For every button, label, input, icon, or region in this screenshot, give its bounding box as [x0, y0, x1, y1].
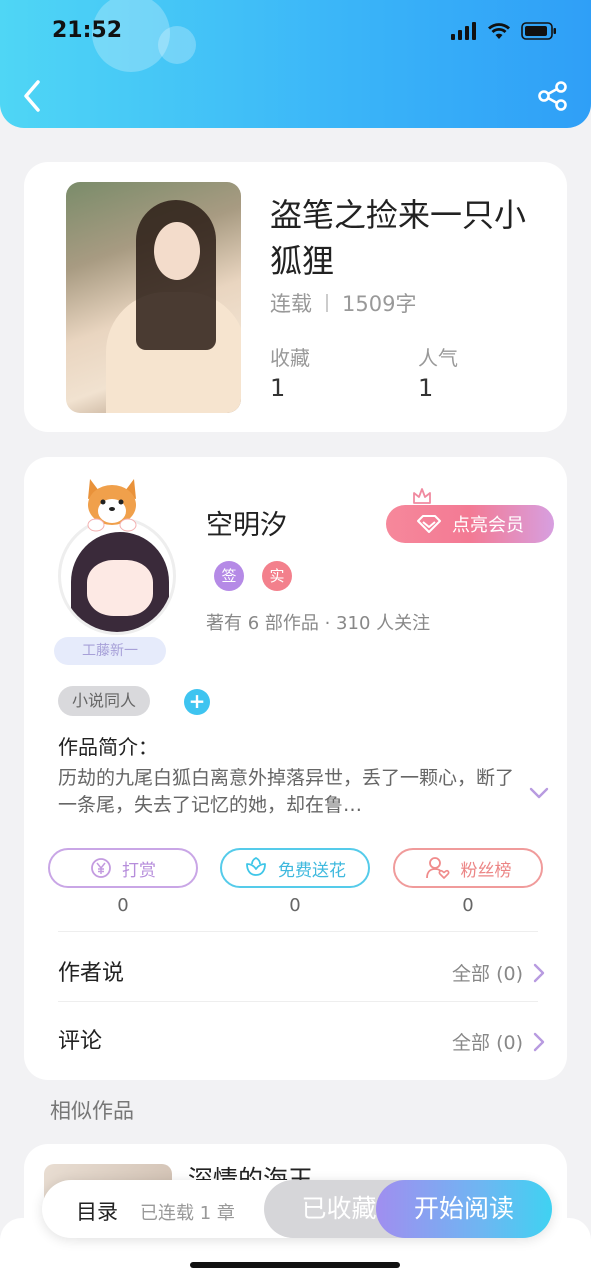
favorites-label: 收藏 [270, 346, 310, 370]
favorites-value: 1 [270, 374, 286, 402]
activate-vip-button[interactable]: 点亮会员 [386, 505, 554, 543]
send-flower-button[interactable]: 免费送花 [220, 848, 370, 888]
comments-all[interactable]: 全部 (0) [452, 1028, 545, 1055]
author-stats: 著有 6 部作品 · 310 人关注 [206, 613, 431, 634]
author-says-label[interactable]: 作者说 [58, 955, 124, 987]
popularity-label: 人气 [418, 346, 458, 370]
chevron-right-icon [533, 963, 545, 982]
flower-count: 0 [289, 895, 301, 916]
fan-ranking-label: 粉丝榜 [460, 860, 512, 881]
corgi-pendant-icon [87, 479, 137, 532]
back-arrow-icon[interactable] [18, 76, 48, 116]
status-time: 21:52 [52, 18, 123, 43]
fan-icon [425, 857, 449, 879]
battery-icon [521, 22, 556, 40]
word-count: 1509字 [342, 292, 417, 316]
flower-icon [246, 857, 266, 876]
popularity-value: 1 [418, 374, 434, 402]
add-tag-button[interactable]: + [184, 689, 210, 715]
intro-text: 历劫的九尾白狐白离意外掉落异世，丢了一颗心，断了一条尾，失去了记忆的她，却在鲁… [58, 767, 515, 816]
wifi-icon [488, 23, 510, 39]
vip-button-label: 点亮会员 [452, 515, 524, 536]
verified-tag: 实 [262, 561, 292, 591]
tip-button[interactable]: 打赏 [48, 848, 198, 888]
fan-ranking-button[interactable]: 粉丝榜 [393, 848, 543, 888]
intro-label: 作品简介： [58, 735, 158, 759]
start-reading-button[interactable]: 开始阅读 [376, 1180, 552, 1238]
yen-icon [91, 858, 111, 878]
top-header: 21:52 [0, 0, 591, 128]
home-indicator [190, 1262, 400, 1268]
avatar-badge-name: 工藤新一 [54, 637, 166, 665]
similar-works-heading: 相似作品 [50, 1099, 134, 1123]
author-name[interactable]: 空明汐 [206, 503, 287, 542]
signed-tag: 签 [214, 561, 244, 591]
meta-divider [326, 294, 328, 312]
tip-label: 打赏 [122, 860, 156, 881]
expand-chevron-icon[interactable] [528, 785, 550, 801]
author-avatar[interactable]: 工藤新一 [54, 465, 194, 665]
comments-label[interactable]: 评论 [58, 1023, 102, 1055]
genre-tag[interactable]: 小说同人 [58, 686, 151, 716]
avatar [58, 517, 176, 635]
book-meta: 连载 1509字 [270, 288, 416, 318]
book-status: 连载 [270, 292, 312, 316]
bottom-action-bar: 目录 已连载 1 章 已收藏 开始阅读 [42, 1180, 552, 1238]
comments-count: 全部 (0) [452, 1032, 523, 1054]
book-info-card: 盗笔之捡来一只小狐狸 连载 1509字 收藏 1 人气 1 [24, 162, 567, 432]
chapter-count: 已连载 1 章 [140, 1203, 235, 1224]
send-flower-label: 免费送花 [278, 860, 346, 881]
crown-icon [413, 488, 431, 504]
divider [58, 931, 538, 932]
status-icons [451, 22, 557, 40]
fan-count: 0 [462, 895, 474, 916]
diamond-icon [417, 515, 441, 533]
author-says-count: 全部 (0) [452, 963, 523, 985]
divider [58, 1001, 538, 1002]
author-card: 工藤新一 空明汐 签 实 著有 6 部作品 · 310 人关注 点亮会员 小说同… [24, 457, 567, 1080]
decor-bubble [158, 26, 196, 64]
share-icon[interactable] [537, 80, 569, 112]
toc-button[interactable]: 目录 [76, 1196, 118, 1226]
chevron-right-icon [533, 1032, 545, 1051]
author-says-all[interactable]: 全部 (0) [452, 959, 545, 986]
book-title: 盗笔之捡来一只小狐狸 [270, 196, 527, 280]
signal-icon [451, 22, 476, 40]
book-cover-image[interactable] [66, 182, 241, 413]
tip-count: 0 [117, 895, 129, 916]
